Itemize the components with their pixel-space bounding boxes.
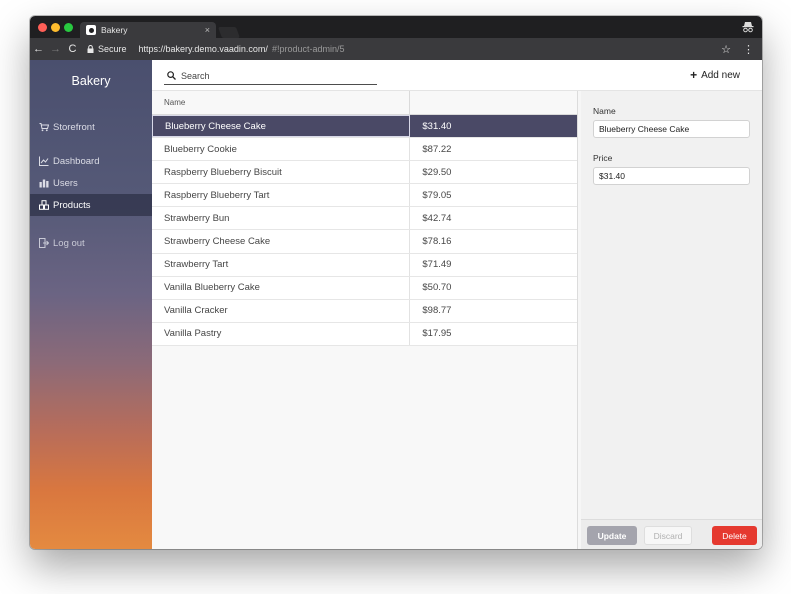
sidebar-item-label: Storefront (53, 121, 95, 133)
new-tab-button[interactable] (217, 27, 241, 38)
cell-price: $29.50 (422, 166, 452, 178)
cell-name: Raspberry Blueberry Tart (152, 184, 411, 207)
plus-icon: + (690, 68, 698, 82)
table-row[interactable]: Raspberry Blueberry Biscuit $29.50 (152, 161, 577, 185)
cell-price: $71.49 (422, 259, 452, 271)
main-content: + Add new Name Blueberry Cheese Cake $31… (152, 60, 762, 549)
cell-name: Blueberry Cheese Cake (152, 115, 411, 138)
cell-name: Strawberry Tart (152, 253, 411, 276)
cell-name: Vanilla Cracker (152, 299, 411, 322)
sidebar-item-products[interactable]: Products (30, 194, 152, 216)
favicon-icon (86, 25, 96, 35)
cell-name: Raspberry Blueberry Biscuit (152, 161, 411, 184)
column-header-price[interactable] (410, 91, 577, 114)
cell-name: Blueberry Cookie (152, 138, 411, 161)
toolbar: + Add new (152, 60, 762, 91)
lock-icon (87, 45, 94, 53)
address-bar: ← → C Secure https://bakery.demo.vaadin.… (30, 38, 762, 60)
delete-button[interactable]: Delete (712, 526, 757, 545)
title-bar: Bakery × (30, 16, 762, 38)
table-row[interactable]: Vanilla Cracker $98.77 (152, 299, 577, 323)
sidebar-item-logout[interactable]: Log out (30, 232, 152, 254)
sidebar-item-label: Dashboard (53, 155, 100, 167)
cell-price: $78.16 (422, 236, 452, 248)
product-form: Name Price Update Discard Delete (581, 91, 762, 549)
reload-button[interactable]: C (64, 38, 81, 60)
bakery-app: Bakery Storefront Dashboard Users Produc… (30, 60, 762, 549)
add-new-button[interactable]: + Add new (690, 69, 740, 81)
cell-price: $17.95 (422, 328, 452, 340)
browser-menu-icon[interactable]: ⋮ (743, 43, 754, 56)
url-field[interactable]: Secure https://bakery.demo.vaadin.com/#!… (87, 44, 721, 54)
sidebar-item-label: Products (53, 199, 91, 211)
users-icon (39, 179, 49, 188)
cell-name: Vanilla Blueberry Cake (152, 276, 411, 299)
grid-header: Name (152, 91, 577, 115)
discard-button[interactable]: Discard (644, 526, 692, 545)
table-row[interactable]: Blueberry Cheese Cake $31.40 (152, 115, 577, 139)
browser-window: Bakery × ← → C Secure https://bakery.dem… (30, 16, 762, 549)
name-label: Name (593, 106, 616, 116)
table-row[interactable]: Strawberry Tart $71.49 (152, 253, 577, 277)
table-row[interactable]: Vanilla Pastry $17.95 (152, 322, 577, 346)
form-actions: Update Discard Delete (581, 519, 762, 549)
chart-icon (39, 156, 49, 166)
cell-price: $31.40 (422, 120, 452, 132)
cell-price: $79.05 (422, 189, 452, 201)
url-host: https://bakery.demo.vaadin.com/ (138, 44, 268, 54)
products-icon (39, 200, 49, 210)
secure-label: Secure (98, 44, 127, 54)
products-grid: Name Blueberry Cheese Cake $31.40 Bluebe… (152, 91, 578, 549)
sidebar-item-users[interactable]: Users (30, 172, 152, 194)
update-button[interactable]: Update (587, 526, 637, 545)
back-button[interactable]: ← (30, 38, 47, 60)
table-row[interactable]: Strawberry Bun $42.74 (152, 207, 577, 231)
table-row[interactable]: Blueberry Cookie $87.22 (152, 138, 577, 162)
maximize-window-button[interactable] (64, 23, 73, 32)
column-header-name[interactable]: Name (152, 91, 411, 114)
add-new-label: Add new (701, 69, 740, 81)
table-row[interactable]: Vanilla Blueberry Cake $50.70 (152, 276, 577, 300)
url-path: #!product-admin/5 (271, 44, 345, 54)
price-label: Price (593, 153, 613, 163)
sidebar-item-dashboard[interactable]: Dashboard (30, 150, 152, 172)
close-window-button[interactable] (38, 23, 47, 32)
cell-name: Strawberry Bun (152, 207, 411, 230)
tab-close-icon[interactable]: × (205, 25, 210, 35)
minimize-window-button[interactable] (51, 23, 60, 32)
sidebar-item-label: Log out (53, 237, 85, 249)
sidebar-item-storefront[interactable]: Storefront (30, 116, 152, 138)
search-box[interactable] (164, 67, 377, 85)
cell-price: $50.70 (422, 282, 452, 294)
search-input[interactable] (181, 70, 371, 81)
table-row[interactable]: Strawberry Cheese Cake $78.16 (152, 230, 577, 254)
cell-price: $98.77 (422, 305, 452, 317)
name-field[interactable] (593, 120, 750, 138)
search-icon (167, 71, 176, 80)
cart-icon (39, 123, 49, 132)
tab-title: Bakery (101, 25, 128, 35)
cell-name: Vanilla Pastry (152, 322, 411, 345)
logout-icon (39, 238, 49, 248)
cell-name: Strawberry Cheese Cake (152, 230, 411, 253)
bookmark-star-icon[interactable]: ☆ (721, 43, 731, 56)
sidebar-item-label: Users (53, 177, 78, 189)
cell-price: $42.74 (422, 212, 452, 224)
forward-button[interactable]: → (47, 38, 64, 60)
price-field[interactable] (593, 167, 750, 185)
incognito-icon (742, 22, 754, 33)
sidebar: Bakery Storefront Dashboard Users Produc… (30, 60, 152, 549)
app-title: Bakery (71, 74, 111, 88)
browser-tab[interactable]: Bakery × (80, 22, 216, 38)
table-row[interactable]: Raspberry Blueberry Tart $79.05 (152, 184, 577, 208)
cell-price: $87.22 (422, 143, 452, 155)
